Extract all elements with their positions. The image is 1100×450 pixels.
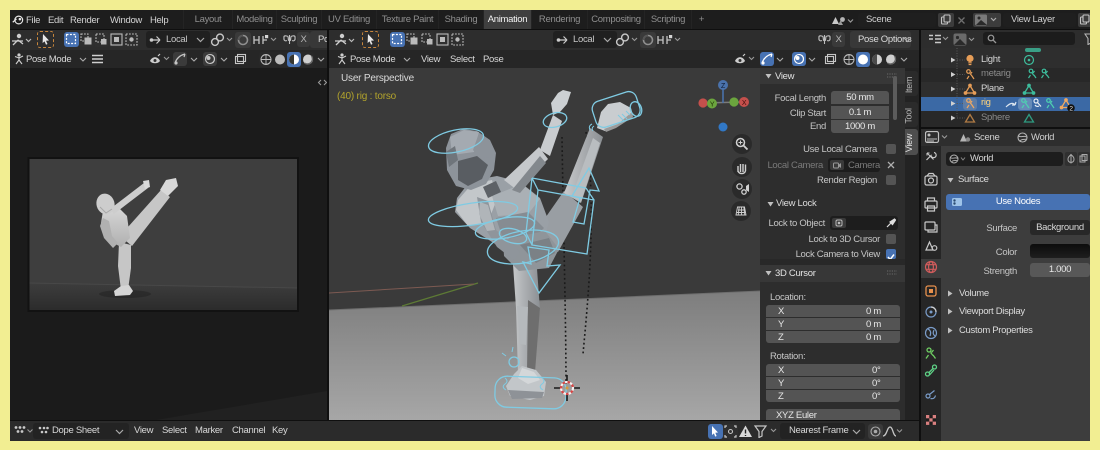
svg-text:Y: Y xyxy=(710,102,715,109)
svg-text:(40) rig : torso: (40) rig : torso xyxy=(337,91,397,102)
svg-text:User Perspective: User Perspective xyxy=(341,73,415,84)
svg-text:X: X xyxy=(742,100,747,107)
